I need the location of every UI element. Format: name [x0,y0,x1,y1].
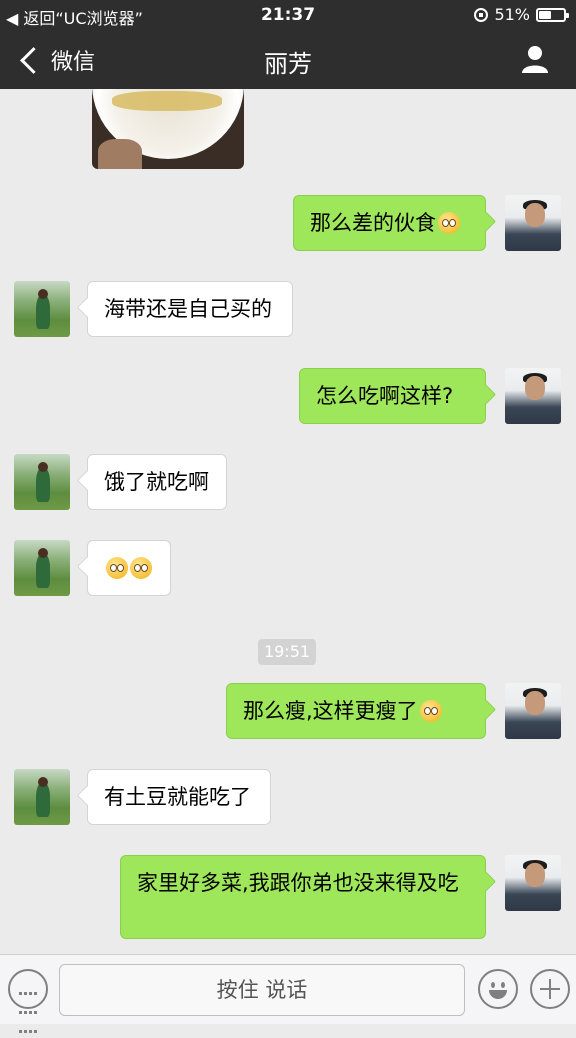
nav-bar: 微信 丽芳 [0,30,576,89]
battery-percent: 51% [494,5,530,24]
keyboard-icon[interactable] [8,969,48,1033]
battery-fill [539,10,551,19]
message-bubble-received[interactable]: 海带还是自己买的 [87,281,293,337]
awkward-emoji-icon [419,700,442,722]
emoji-icon[interactable] [478,969,518,1009]
message-bubble-received[interactable]: 有土豆就能吃了 [87,769,271,825]
contact-avatar[interactable] [14,769,70,825]
message-text: 饿了就吃啊 [104,470,209,494]
my-avatar[interactable] [505,368,561,424]
message-text: 海带还是自己买的 [104,297,272,321]
rotation-lock-icon [474,7,489,22]
message-bubble-received[interactable] [87,540,171,596]
person-icon[interactable] [520,44,550,74]
hold-to-talk-button[interactable]: 按住 说话 [59,964,465,1016]
message-text: 那么差的伙食 [310,211,436,235]
timestamp-divider: 19:51 [258,639,316,665]
photo-message[interactable] [92,89,244,169]
status-bar: ◀ 返回“UC浏览器” 21:37 51% [0,0,576,30]
message-bubble-sent[interactable]: 家里好多菜,我跟你弟也没来得及吃 [120,855,486,939]
message-text: 那么瘦,这样更瘦了 [243,699,418,723]
message-text: 怎么吃啊这样? [316,384,454,408]
awkward-emoji-icon [438,212,460,234]
my-avatar[interactable] [505,195,561,251]
my-avatar[interactable] [505,683,561,739]
plus-icon[interactable] [530,969,570,1009]
food-image [112,91,222,111]
status-right: 51% [474,5,569,24]
message-bubble-sent[interactable]: 那么差的伙食 [293,195,486,251]
message-bubble-received[interactable]: 饿了就吃啊 [87,454,227,510]
message-bubble-sent[interactable]: 怎么吃啊这样? [299,368,486,424]
awkward-emoji-icon [130,557,152,579]
contact-avatar[interactable] [14,454,70,510]
message-bubble-sent[interactable]: 那么瘦,这样更瘦了 [226,683,486,739]
my-avatar[interactable] [505,855,561,911]
chat-title: 丽芳 [264,50,312,78]
awkward-emoji-icon [106,557,128,579]
battery-icon [536,7,569,22]
contact-avatar[interactable] [14,540,70,596]
contact-avatar[interactable] [14,281,70,337]
chat-area[interactable]: 那么差的伙食 海带还是自己买的 怎么吃啊这样? 饿了就吃啊 19:51 那么瘦,… [0,89,576,954]
message-text: 家里好多菜,我跟你弟也没来得及吃 [137,871,459,895]
message-text: 有土豆就能吃了 [104,785,251,809]
photo-detail [98,139,142,169]
input-bar: 按住 说话 [0,954,576,1033]
